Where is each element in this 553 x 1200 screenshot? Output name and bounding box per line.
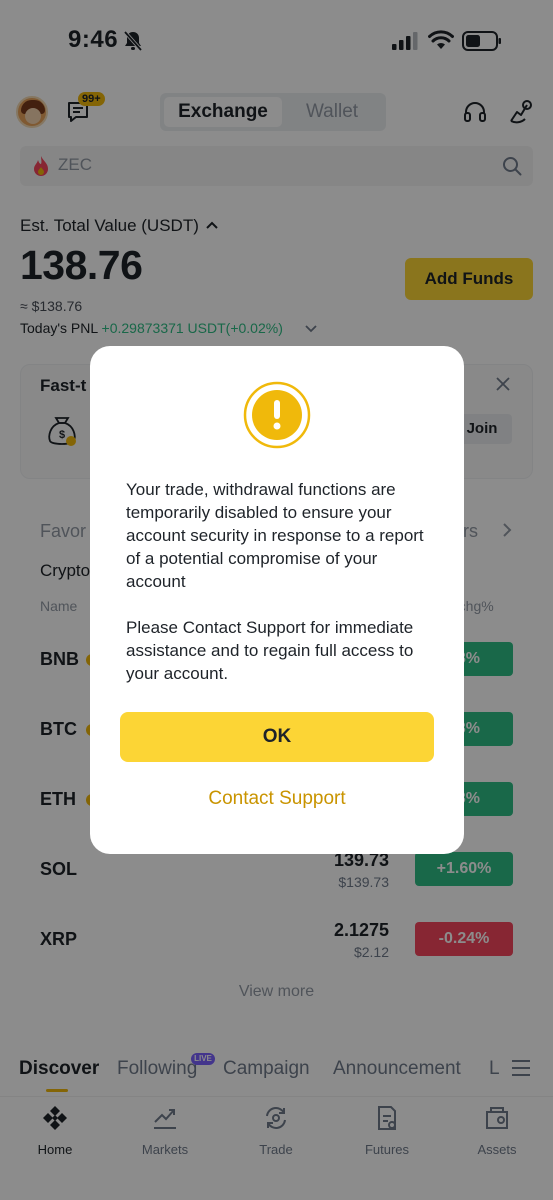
app-screen: 9:46 99+ Exchange Wallet ZEC Est. Total …: [0, 0, 553, 1200]
dialog-message-support: Please Contact Support for immediate ass…: [126, 618, 414, 683]
ok-button[interactable]: OK: [120, 712, 434, 762]
dialog-message: Your trade, withdrawal functions are tem…: [126, 478, 430, 685]
warning-icon: [243, 381, 311, 449]
dialog-message-restriction: Your trade, withdrawal functions are tem…: [126, 480, 424, 591]
contact-support-link[interactable]: Contact Support: [90, 788, 464, 810]
